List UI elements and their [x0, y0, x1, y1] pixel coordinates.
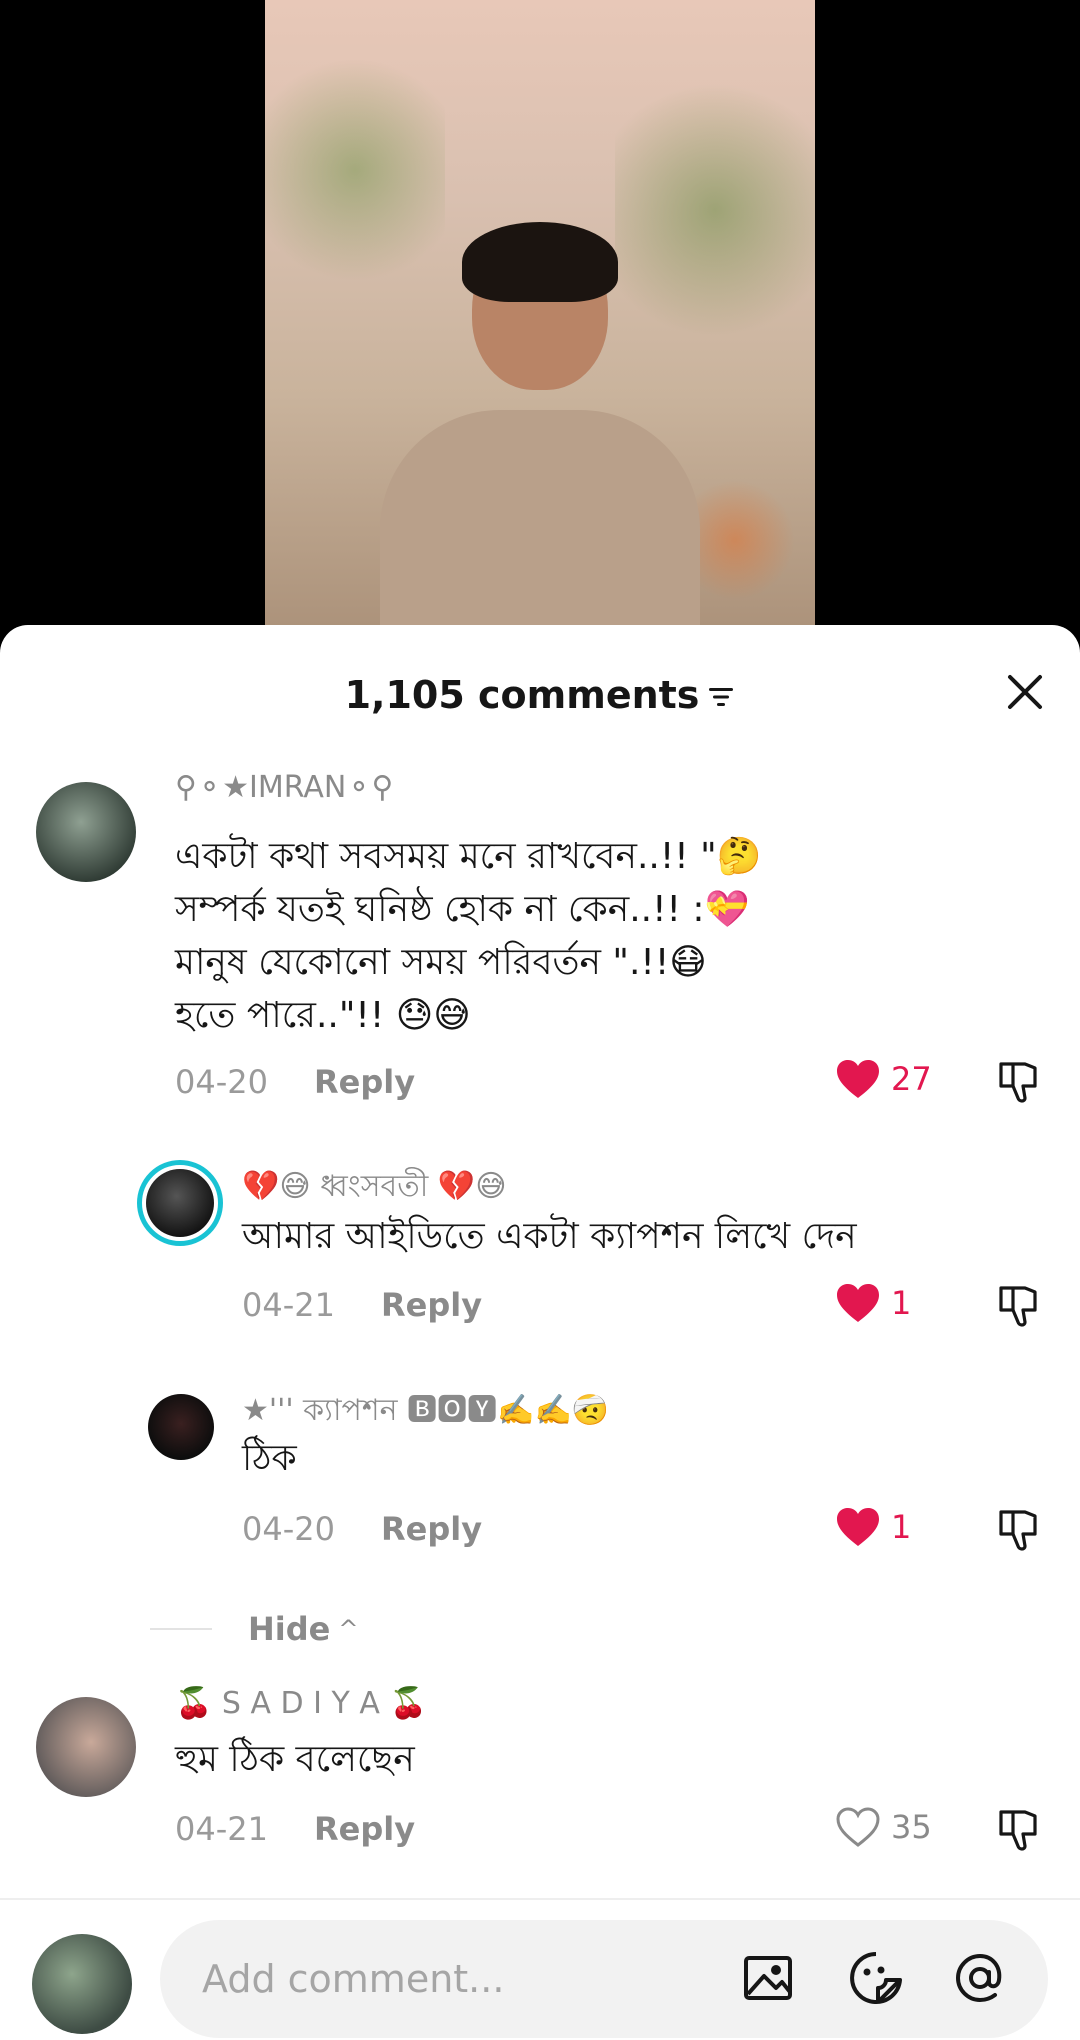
comment-username[interactable]: ★''' ক্যাপশন 🅱🅾🆈✍️✍️🤕 [242, 1385, 609, 1437]
dislike-icon[interactable] [995, 1058, 1043, 1106]
heart-filled-icon [837, 1060, 879, 1098]
comment-text: হুম ঠিক বলেছেন [175, 1739, 415, 1780]
avatar[interactable] [148, 1394, 214, 1460]
input-divider [0, 1898, 1080, 1900]
sort-icon[interactable] [707, 684, 735, 710]
chevron-up-icon: ^ [338, 1615, 359, 1643]
comment-date: 04-21 [242, 1286, 335, 1324]
like-button[interactable]: 1 [835, 1282, 911, 1324]
image-icon[interactable] [738, 1948, 798, 2008]
comment-input-bar [160, 1920, 1048, 2038]
comment-meta: 04-20 Reply [175, 1063, 415, 1101]
hide-label: Hide [248, 1610, 331, 1648]
comment-date: 04-20 [242, 1510, 335, 1548]
comment-text: আমার আইডিতে একটা ক্যাপশন লিখে দেন [242, 1216, 857, 1257]
comment-count: 1,105 comments [344, 673, 700, 717]
emoji-sticker-icon[interactable] [846, 1948, 906, 2008]
mention-icon[interactable] [950, 1948, 1010, 2008]
dislike-icon[interactable] [995, 1506, 1043, 1554]
video-foliage-right [615, 60, 815, 360]
like-button[interactable]: 1 [835, 1506, 911, 1548]
comment-date: 04-20 [175, 1063, 268, 1101]
comment-username[interactable]: 💔😅 ধ্বংসবতী 💔😅 [242, 1162, 506, 1213]
video-player[interactable] [265, 0, 815, 660]
comment-input[interactable] [200, 1948, 664, 2010]
comment-date: 04-21 [175, 1810, 268, 1848]
hide-divider [150, 1628, 212, 1630]
heart-filled-icon [837, 1284, 879, 1322]
avatar[interactable] [146, 1169, 214, 1237]
avatar[interactable] [36, 782, 136, 882]
close-icon[interactable] [1000, 667, 1050, 717]
comments-header: 1,105 comments [0, 665, 1080, 725]
heart-filled-icon [837, 1508, 879, 1546]
like-count: 1 [891, 1284, 912, 1322]
like-count: 1 [891, 1508, 912, 1546]
comment-username[interactable]: ⚲⚬★IMRAN⚬⚲ [175, 770, 393, 805]
dislike-icon[interactable] [995, 1806, 1043, 1854]
comment-meta: 04-21 Reply [175, 1810, 415, 1848]
like-count: 27 [891, 1060, 932, 1098]
reply-button[interactable]: Reply [381, 1286, 482, 1324]
comment-text: ঠিক [242, 1438, 297, 1479]
current-user-avatar [32, 1934, 132, 2034]
comment-text: একটা কথা সবসময় মনে রাখবেন..!! "🤔 সম্পর্… [175, 836, 762, 1036]
avatar[interactable] [36, 1697, 136, 1797]
comment-meta: 04-20 Reply [242, 1510, 482, 1548]
reply-button[interactable]: Reply [314, 1063, 415, 1101]
dislike-icon[interactable] [995, 1282, 1043, 1330]
comment-username[interactable]: 🍒 S A D I Y A 🍒 [175, 1686, 427, 1721]
reply-button[interactable]: Reply [381, 1510, 482, 1548]
reply-button[interactable]: Reply [314, 1810, 415, 1848]
video-foliage-left [265, 40, 445, 300]
like-button[interactable]: 27 [835, 1058, 932, 1100]
heart-outline-icon [836, 1807, 880, 1847]
like-count: 35 [891, 1808, 932, 1846]
hide-replies-button[interactable]: Hide ^ [150, 1610, 358, 1648]
like-button[interactable]: 35 [835, 1806, 932, 1848]
comment-meta: 04-21 Reply [242, 1286, 482, 1324]
